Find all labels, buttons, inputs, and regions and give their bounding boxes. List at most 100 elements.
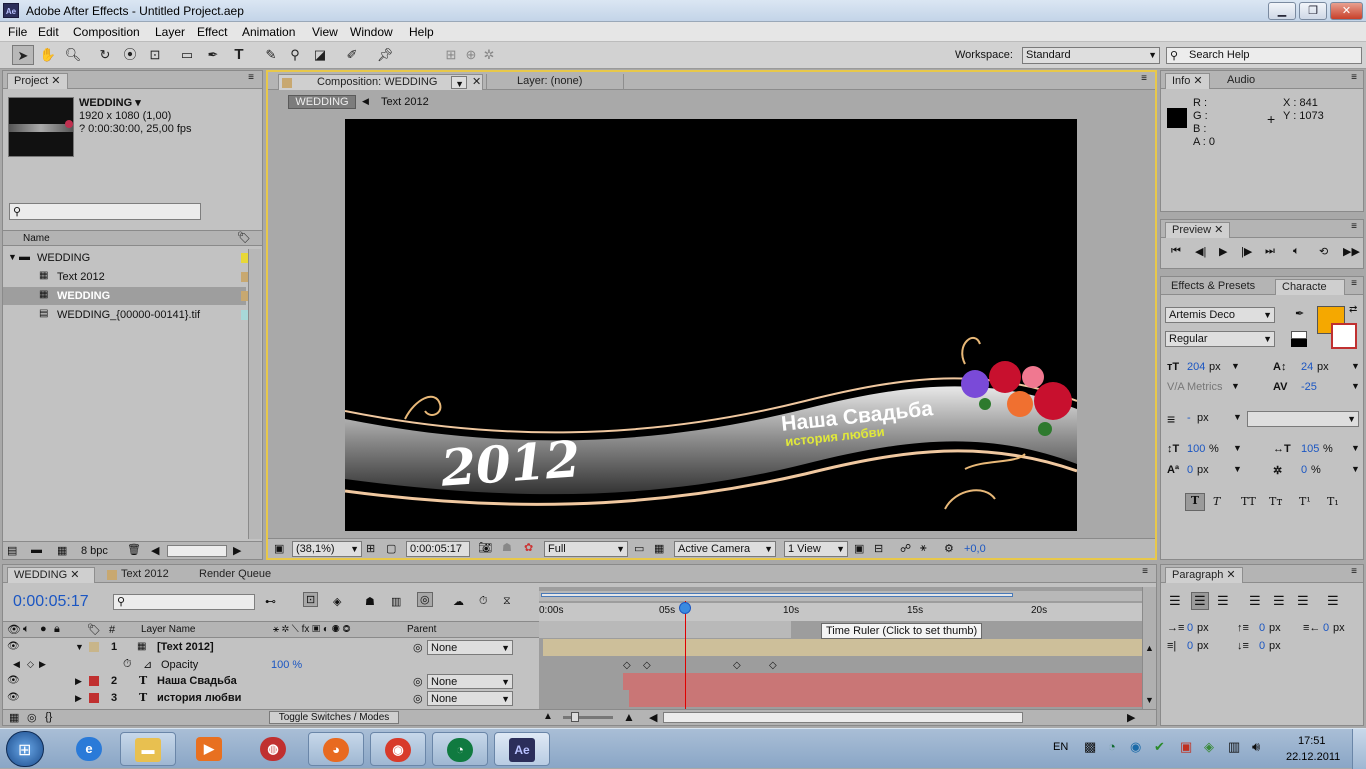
tray-icon[interactable]: ◈ bbox=[1204, 739, 1214, 755]
menu-composition[interactable]: Composition bbox=[73, 25, 140, 39]
comp-mini-flowchart-icon[interactable]: ⊷ bbox=[265, 595, 276, 608]
new-folder-icon[interactable]: ▬ bbox=[31, 544, 42, 556]
dropdown-arrow-icon[interactable]: ▼ bbox=[1231, 361, 1240, 371]
language-indicator[interactable]: EN bbox=[1053, 741, 1068, 753]
time-indicator-head-icon[interactable] bbox=[679, 602, 691, 614]
timeline-current-time[interactable]: 0:00:05:17 bbox=[13, 593, 89, 611]
stopwatch-icon[interactable]: ⏱ bbox=[123, 658, 132, 671]
zoom-in-icon[interactable]: ▲ bbox=[623, 710, 635, 724]
white-swatch[interactable] bbox=[1291, 331, 1307, 339]
draft-3d-icon[interactable]: ◈ bbox=[333, 595, 341, 608]
project-hscroll[interactable] bbox=[167, 545, 227, 557]
tab-layer[interactable]: Layer: (none) bbox=[486, 74, 624, 90]
trash-icon[interactable]: 🗑︎ bbox=[127, 543, 141, 556]
timeline-hscroll[interactable] bbox=[663, 712, 1023, 723]
font-family-select[interactable]: Artemis Deco ▼ bbox=[1165, 307, 1275, 323]
next-frame-icon[interactable]: |▶ bbox=[1241, 245, 1252, 258]
panel-menu-icon[interactable]: ≡ bbox=[1351, 72, 1357, 83]
close-tab-icon[interactable]: ✕ bbox=[472, 75, 481, 90]
lock-icon[interactable]: 🔒︎ bbox=[54, 623, 60, 636]
eraser-tool-icon[interactable]: ◪ bbox=[309, 45, 331, 65]
font-size-value[interactable]: 204 bbox=[1187, 361, 1205, 373]
collapse-triangle-icon[interactable]: ▶ bbox=[75, 693, 82, 704]
dropdown-arrow-icon[interactable]: ▼ bbox=[1233, 443, 1242, 453]
bit-depth[interactable]: 8 bpc bbox=[81, 545, 108, 557]
layer-row[interactable]: 👁︎ ▶ 2 T Наша Свадьба ◎ None ▼ bbox=[3, 673, 539, 690]
brush-tool-icon[interactable]: ✎ bbox=[260, 45, 282, 65]
collapse-triangle-icon[interactable]: ▶ bbox=[75, 676, 82, 687]
tracking-value[interactable]: -25 bbox=[1301, 381, 1317, 393]
time-ruler[interactable]: 0:00s 05s 10s 15s 20s bbox=[539, 603, 1142, 621]
live-update-icon[interactable]: ⊡ bbox=[303, 592, 319, 607]
next-keyframe-icon[interactable]: ▶ bbox=[39, 659, 46, 670]
faux-italic-button[interactable]: T bbox=[1213, 495, 1220, 508]
clock-time[interactable]: 17:51 bbox=[1298, 735, 1326, 747]
tsume-value[interactable]: 0 bbox=[1301, 464, 1307, 476]
align-center-icon[interactable]: ☰ bbox=[1191, 592, 1209, 610]
keyframe-icon[interactable]: ◇ bbox=[623, 660, 631, 671]
parent-select[interactable]: None ▼ bbox=[427, 691, 513, 706]
visibility-eye-icon[interactable]: 👁︎ bbox=[7, 675, 20, 686]
selection-tool-icon[interactable]: ➤ bbox=[12, 45, 34, 65]
current-time-field[interactable]: 0:00:05:17 bbox=[406, 541, 470, 557]
roto-brush-tool-icon[interactable]: ✐ bbox=[341, 45, 363, 65]
scroll-down-icon[interactable]: ▼ bbox=[1145, 695, 1154, 705]
stroke-style-select[interactable]: ▼ bbox=[1247, 411, 1359, 427]
tab-info[interactable]: Info ✕ bbox=[1165, 73, 1210, 89]
panel-menu-icon[interactable]: ≡ bbox=[1142, 566, 1148, 577]
taskbar-after-effects[interactable]: Ae bbox=[494, 732, 550, 766]
magnification-select[interactable]: (38,1%) ▼ bbox=[292, 541, 362, 557]
network-icon[interactable]: ▥ bbox=[1228, 739, 1240, 755]
small-caps-button[interactable]: Tт bbox=[1269, 495, 1282, 508]
play-icon[interactable]: ▶ bbox=[1219, 245, 1227, 258]
new-comp-icon[interactable]: ▦ bbox=[57, 544, 67, 557]
work-area-bar[interactable] bbox=[539, 621, 791, 638]
taskbar-app[interactable]: ◍ bbox=[246, 732, 302, 766]
fast-previews-icon[interactable]: ⊟ bbox=[874, 542, 883, 555]
menu-animation[interactable]: Animation bbox=[242, 25, 295, 39]
opacity-value[interactable]: 100 % bbox=[271, 659, 302, 671]
taskbar-firefox[interactable]: ◕ bbox=[308, 732, 364, 766]
title-safe-icon[interactable]: ⊞ bbox=[366, 542, 375, 555]
time-navigator[interactable] bbox=[539, 591, 1142, 601]
layer-duration-bar[interactable] bbox=[543, 639, 1143, 656]
tab-render-queue[interactable]: Render Queue bbox=[193, 567, 277, 583]
menu-layer[interactable]: Layer bbox=[155, 25, 185, 39]
comp-menu-dropdown[interactable]: ▼ bbox=[451, 76, 467, 89]
rotate-tool-icon[interactable]: ↻ bbox=[94, 45, 116, 65]
modes-toggle-icon[interactable]: {} bbox=[45, 711, 52, 723]
tab-audio[interactable]: Audio bbox=[1221, 73, 1261, 89]
layer-duration-bar[interactable] bbox=[623, 673, 1143, 690]
clone-stamp-tool-icon[interactable]: ⚲ bbox=[284, 45, 306, 65]
type-tool-icon[interactable]: T bbox=[228, 45, 250, 65]
camera-select[interactable]: Active Camera ▼ bbox=[674, 541, 776, 557]
current-time-indicator[interactable] bbox=[685, 601, 686, 709]
snapshot-icon[interactable]: 📷︎ bbox=[478, 541, 492, 554]
puppet-pin-tool-icon[interactable]: 📌︎ bbox=[374, 45, 396, 65]
black-swatch[interactable] bbox=[1291, 339, 1307, 347]
auto-keyframe-icon[interactable]: ⏱ bbox=[479, 595, 488, 608]
last-frame-icon[interactable]: ⏭ bbox=[1265, 245, 1275, 258]
layer-label-color[interactable] bbox=[89, 693, 99, 703]
align-left-icon[interactable]: ☰ bbox=[1169, 593, 1181, 609]
layer-label-color[interactable] bbox=[89, 642, 99, 652]
toggle-switches-modes-button[interactable]: Toggle Switches / Modes bbox=[269, 711, 399, 724]
channel-icon[interactable]: ✿ bbox=[524, 541, 533, 554]
eyedropper-icon[interactable]: ✒ bbox=[1295, 307, 1304, 320]
tray-icon[interactable]: ◔ bbox=[1108, 739, 1116, 754]
tab-timeline-text-2012[interactable]: Text 2012 bbox=[105, 567, 175, 583]
horizontal-scale-value[interactable]: 105 bbox=[1301, 443, 1319, 455]
tray-icon[interactable]: ▩ bbox=[1084, 739, 1096, 755]
tab-paragraph[interactable]: Paragraph ✕ bbox=[1165, 567, 1243, 583]
pickwhip-icon[interactable]: ◎ bbox=[413, 641, 423, 654]
zoom-out-icon[interactable]: ▲ bbox=[543, 711, 553, 722]
column-name[interactable]: Name bbox=[23, 233, 50, 244]
parent-select[interactable]: None ▼ bbox=[427, 640, 513, 655]
keyframe-icon[interactable]: ◇ bbox=[733, 660, 741, 671]
align-right-icon[interactable]: ☰ bbox=[1217, 593, 1229, 609]
scroll-right-icon[interactable]: ▶ bbox=[233, 544, 241, 557]
space-before-value[interactable]: 0 bbox=[1259, 622, 1265, 634]
scroll-right-icon[interactable]: ▶ bbox=[1127, 711, 1135, 724]
pixel-aspect-icon[interactable]: ▣ bbox=[854, 542, 864, 555]
tray-icon[interactable]: ✔ bbox=[1154, 739, 1165, 755]
